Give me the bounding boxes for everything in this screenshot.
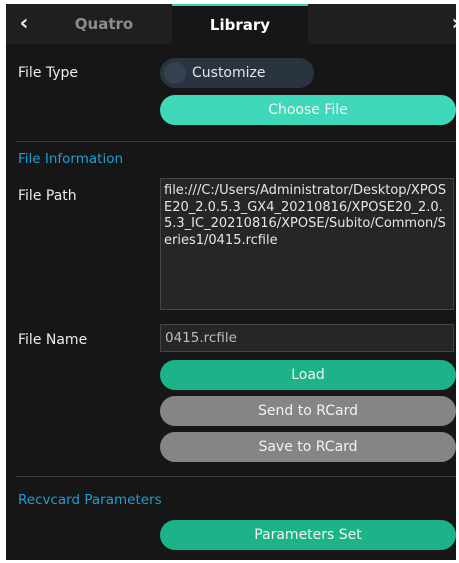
file-type-label: File Type (18, 65, 79, 81)
load-button[interactable]: Load (160, 360, 456, 390)
file-name-field[interactable]: 0415.rcfile (160, 324, 454, 352)
divider (16, 141, 456, 142)
file-path-field[interactable]: file:///C:/Users/Administrator/Desktop/X… (160, 178, 454, 310)
save-to-rcard-button[interactable]: Save to RCard (160, 432, 456, 462)
select-knob (164, 62, 186, 84)
parameters-set-button[interactable]: Parameters Set (160, 520, 456, 550)
divider (16, 476, 456, 477)
choose-file-button[interactable]: Choose File (160, 95, 456, 125)
tab-library[interactable]: Library (172, 4, 308, 44)
chevron-right-icon[interactable]: › (442, 4, 456, 44)
tab-quatro[interactable]: Quatro (44, 4, 164, 44)
file-type-value: Customize (192, 65, 266, 81)
tab-bar: ‹ Quatro Library › (6, 4, 456, 44)
file-information-section-title: File Information (18, 151, 124, 167)
chevron-left-icon[interactable]: ‹ (10, 4, 38, 44)
recvcard-parameters-section-title: Recvcard Parameters (18, 492, 162, 508)
file-name-label: File Name (18, 332, 88, 348)
file-type-select[interactable]: Customize (160, 58, 314, 88)
library-panel: ‹ Quatro Library › File Type Customize C… (6, 4, 456, 560)
send-to-rcard-button[interactable]: Send to RCard (160, 396, 456, 426)
file-path-label: File Path (18, 188, 77, 204)
